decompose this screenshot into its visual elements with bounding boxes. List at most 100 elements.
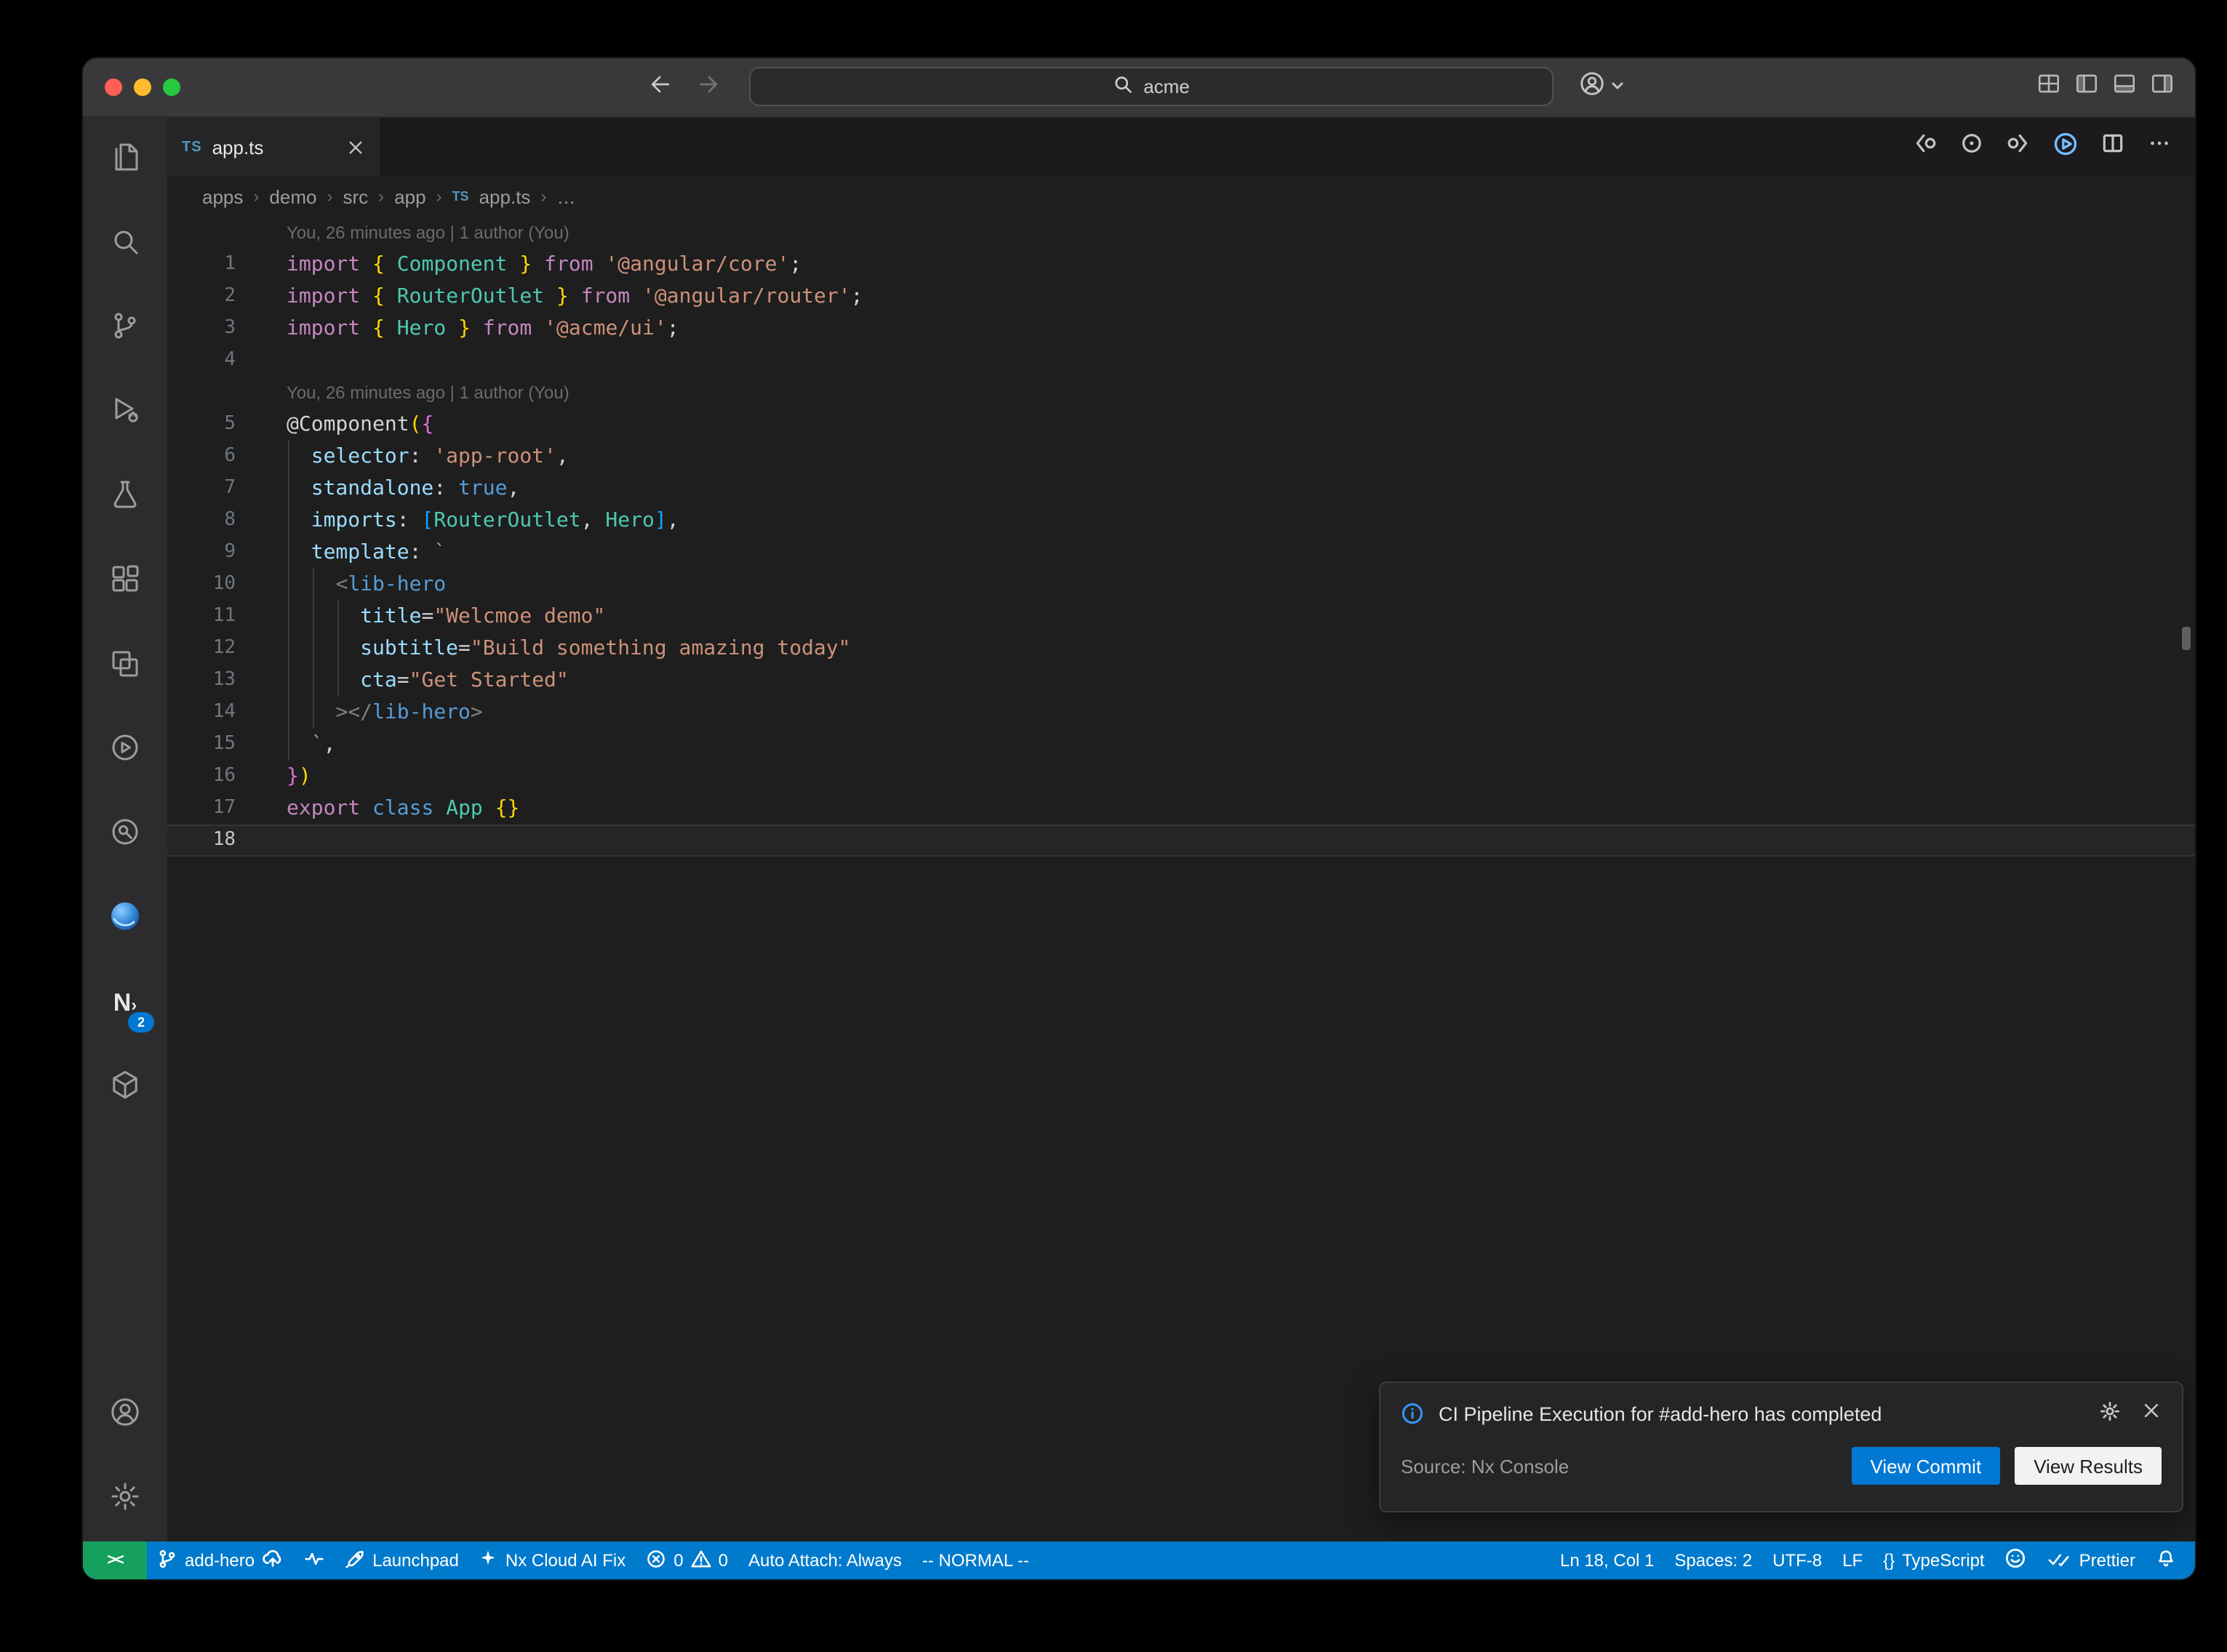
panel-left-icon[interactable] <box>2074 71 2099 103</box>
command-center-search[interactable]: acme <box>749 67 1554 106</box>
view-results-button[interactable]: View Results <box>2015 1447 2162 1485</box>
tab-bar: TS app.ts <box>167 118 2195 176</box>
layout-grid-icon[interactable] <box>2036 71 2061 103</box>
code-line: export class App {} <box>287 793 519 825</box>
breadcrumb-item-symbol[interactable]: … <box>556 185 575 207</box>
run-debug-icon <box>108 392 143 434</box>
encoding-item[interactable]: UTF-8 <box>1762 1541 1832 1579</box>
editor[interactable]: You, 26 minutes ago | 1 author (You) 1 imp… <box>167 217 2195 1541</box>
indent-guide <box>337 601 338 697</box>
traffic-lights <box>105 79 180 96</box>
sidebar-item-search[interactable] <box>83 202 167 286</box>
sparkle-icon <box>479 1549 498 1572</box>
back-arrow-icon[interactable] <box>647 71 673 104</box>
remote-icon: >< <box>107 1552 123 1569</box>
code-line: selector: 'app-root', <box>287 441 569 473</box>
close-icon[interactable] <box>2141 1400 2162 1427</box>
breadcrumb-item-file[interactable]: app.ts <box>479 185 531 207</box>
eol-item[interactable]: LF <box>1832 1541 1873 1579</box>
code-row: 11 title="Welcmoe demo" <box>167 601 2195 633</box>
language-mode-item[interactable]: {} TypeScript <box>1873 1541 1994 1579</box>
cursor-position-item[interactable]: Ln 18, Col 1 <box>1550 1541 1664 1579</box>
close-window-button[interactable] <box>105 79 122 96</box>
compare-prev-icon[interactable] <box>1913 131 1938 163</box>
nx-cloud-fix-label: Nx Cloud AI Fix <box>505 1550 625 1571</box>
package-icon <box>108 1067 143 1109</box>
editor-actions <box>1913 118 2172 176</box>
code-row: 12 subtitle="Build something amazing tod… <box>167 633 2195 665</box>
play-circle-icon <box>108 729 143 771</box>
sidebar-item-testing[interactable] <box>83 455 167 540</box>
sidebar-item-nx-cloud[interactable] <box>83 877 167 961</box>
code-row: 5@Component({ <box>167 409 2195 441</box>
more-actions-icon[interactable] <box>2147 131 2172 163</box>
warning-count: 0 <box>719 1550 728 1571</box>
forward-arrow-icon[interactable] <box>695 71 721 104</box>
formatter-label: Prettier <box>2079 1550 2135 1571</box>
blame-text: You, 26 minutes ago | 1 author (You) <box>287 217 569 249</box>
code-line: template: ` <box>287 537 446 569</box>
eol-label: LF <box>1842 1550 1863 1571</box>
auto-attach-item[interactable]: Auto Attach: Always <box>738 1541 912 1579</box>
panel-right-icon[interactable] <box>2150 71 2175 103</box>
sidebar-item-source-control[interactable] <box>83 286 167 371</box>
notifications-bell-item[interactable] <box>2146 1541 2186 1579</box>
formatter-item[interactable]: Prettier <box>2037 1541 2146 1579</box>
indent-guide <box>312 569 313 729</box>
zoom-window-button[interactable] <box>163 79 180 96</box>
problems-item[interactable]: 0 0 <box>636 1541 738 1579</box>
code-rows: You, 26 minutes ago | 1 author (You) 1 imp… <box>167 217 2195 857</box>
code-line: cta="Get Started" <box>287 665 569 697</box>
minimize-window-button[interactable] <box>134 79 151 96</box>
settings-button[interactable] <box>83 1457 167 1541</box>
compare-next-icon[interactable] <box>2006 131 2031 163</box>
code-row: 10 <lib-hero <box>167 569 2195 601</box>
source-control-icon <box>108 308 143 350</box>
split-editor-icon[interactable] <box>2100 131 2125 163</box>
accounts-button[interactable] <box>83 1373 167 1457</box>
panel-bottom-icon[interactable] <box>2112 71 2137 103</box>
tab-app-ts[interactable]: TS app.ts <box>167 118 381 176</box>
code-row: 16}) <box>167 761 2195 793</box>
breadcrumb-separator: › <box>436 186 442 206</box>
launchpad-item[interactable]: Launchpad <box>335 1541 469 1579</box>
indentation-item[interactable]: Spaces: 2 <box>1664 1541 1762 1579</box>
account-menu[interactable] <box>1578 58 1625 116</box>
git-branch-item[interactable]: add-hero <box>147 1541 294 1579</box>
braces-icon: {} <box>1883 1550 1895 1571</box>
nx-cloud-fix-item[interactable]: Nx Cloud AI Fix <box>469 1541 636 1579</box>
breadcrumb-item-demo[interactable]: demo <box>269 185 316 207</box>
indent-guide <box>287 441 289 761</box>
code-line: ></lib-hero> <box>287 697 483 729</box>
target-icon[interactable] <box>1959 131 1984 163</box>
breadcrumb-item-src[interactable]: src <box>343 185 368 207</box>
sidebar-item-run-debug[interactable] <box>83 371 167 455</box>
code-line: import { Hero } from '@acme/ui'; <box>287 313 679 345</box>
code-line: title="Welcmoe demo" <box>287 601 605 633</box>
remote-indicator[interactable]: >< <box>83 1541 147 1579</box>
notification-settings-gear-icon[interactable] <box>2099 1400 2121 1427</box>
notification-message: CI Pipeline Execution for #add-hero has … <box>1439 1403 2084 1424</box>
feedback-item[interactable] <box>1995 1541 2037 1579</box>
pulse-item[interactable] <box>294 1541 335 1579</box>
vim-mode-label: -- NORMAL -- <box>922 1550 1029 1571</box>
view-commit-button[interactable]: View Commit <box>1852 1447 2001 1485</box>
breadcrumb-item-apps[interactable]: apps <box>202 185 243 207</box>
sidebar-item-nx-console[interactable]: N› 2 <box>83 961 167 1046</box>
run-icon[interactable] <box>2052 130 2079 164</box>
close-tab-icon[interactable] <box>346 137 365 156</box>
sidebar-item-explorer[interactable] <box>83 118 167 202</box>
sidebar-item-extensions[interactable] <box>83 540 167 624</box>
breadcrumb-item-app[interactable]: app <box>394 185 425 207</box>
sidebar-item-package-explorer[interactable] <box>83 1046 167 1130</box>
code-line: imports: [RouterOutlet, Hero], <box>287 505 679 537</box>
sidebar-item-inspect[interactable] <box>83 793 167 877</box>
account-icon <box>1578 70 1606 105</box>
sidebar-item-run-circle[interactable] <box>83 708 167 793</box>
line-number: 16 <box>167 761 236 793</box>
line-number: 1 <box>167 249 236 281</box>
sidebar-item-remote-explorer[interactable] <box>83 624 167 708</box>
code-line: <lib-hero <box>287 569 446 601</box>
breadcrumb-separator: › <box>540 186 546 206</box>
vim-mode-item[interactable]: -- NORMAL -- <box>912 1541 1039 1579</box>
